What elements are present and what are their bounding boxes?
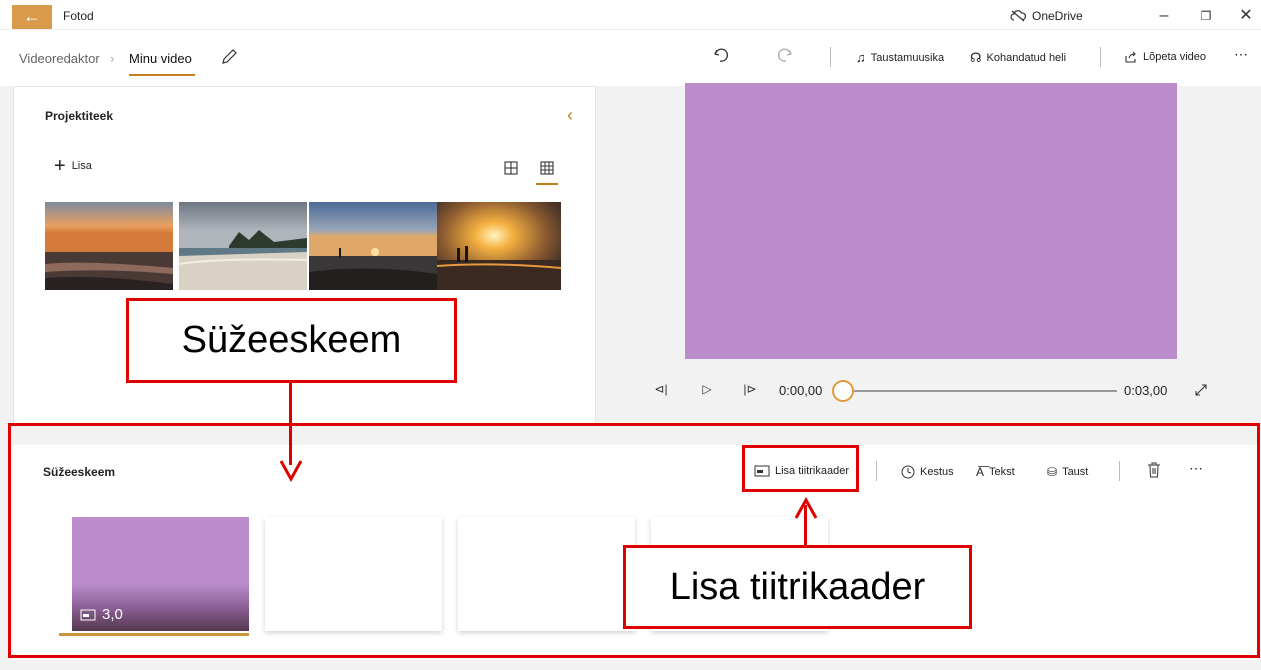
cloudy-beach-image <box>179 202 307 290</box>
close-icon: ✕ <box>1239 7 1253 24</box>
toolbar-divider <box>830 47 831 67</box>
previous-frame-icon: ⊲| <box>654 382 668 396</box>
onedrive-label: OneDrive <box>1032 9 1083 23</box>
next-frame-button[interactable]: |⊳ <box>740 382 760 398</box>
breadcrumb-separator-icon: › <box>110 51 115 66</box>
music-note-icon: ♫ <box>856 50 866 65</box>
play-icon: ▷ <box>702 382 712 396</box>
custom-audio-label: Kohandatud heli <box>986 52 1067 64</box>
background-music-label: Taustamuusika <box>870 51 945 64</box>
more-icon: ⋯ <box>1234 46 1248 62</box>
undo-icon[interactable] <box>712 46 730 64</box>
end-time: 0:03,00 <box>1124 383 1168 398</box>
fullscreen-icon[interactable] <box>1193 382 1209 398</box>
plus-icon: + <box>54 155 66 177</box>
title-card-highlight-frame <box>742 445 859 492</box>
seek-knob[interactable] <box>832 380 854 402</box>
breadcrumb-underline <box>129 74 195 76</box>
seek-track[interactable] <box>846 390 1117 392</box>
custom-audio-button[interactable]: ☊ Kohandatud heli <box>970 50 1066 66</box>
title-card-arrow-head-icon <box>794 497 818 519</box>
redo-icon[interactable] <box>776 46 794 64</box>
finish-video-button[interactable]: Lõpeta video <box>1124 50 1206 64</box>
storyboard-arrow-head-icon <box>279 460 303 482</box>
back-button[interactable]: ← <box>12 5 52 29</box>
finish-video-label: Lõpeta video <box>1143 51 1206 63</box>
large-grid-icon[interactable] <box>502 159 520 177</box>
sunset-sea-image <box>45 202 173 290</box>
minimize-button[interactable]: – <box>1144 4 1184 28</box>
next-frame-icon: |⊳ <box>743 382 757 396</box>
command-bar: Videoredaktor › Minu video ♫ Taustamuusi… <box>0 30 1261 86</box>
cloud-off-icon <box>1010 10 1026 22</box>
close-button[interactable]: ✕ <box>1226 4 1261 28</box>
title-card-callout: Lisa tiitrikaader <box>623 545 972 629</box>
title-bar: ← Fotod OneDrive – ❐ ✕ <box>0 0 1261 30</box>
add-media-button[interactable]: + Lisa <box>54 155 92 177</box>
media-thumbnail[interactable] <box>179 202 307 290</box>
person-audio-icon: ☊ <box>970 50 982 65</box>
storyboard-arrow-line <box>289 383 292 465</box>
back-arrow-icon: ← <box>23 6 41 26</box>
app-title: Fotod <box>63 9 94 23</box>
minimize-icon: – <box>1159 7 1169 24</box>
add-media-label: Lisa <box>71 160 92 172</box>
background-music-button[interactable]: ♫ Taustamuusika <box>856 50 944 65</box>
storyboard-callout: Süžeeskeem <box>126 298 457 383</box>
more-options-button[interactable]: ⋯ <box>1234 46 1248 63</box>
play-button[interactable]: ▷ <box>697 382 717 398</box>
beach-dusk-image <box>309 202 437 290</box>
video-preview <box>685 83 1177 359</box>
project-library-title: Projektiteek <box>45 109 114 123</box>
restore-icon: ❐ <box>1200 9 1212 23</box>
current-time: 0:00,00 <box>779 383 823 398</box>
media-thumbnail[interactable] <box>309 202 437 290</box>
breadcrumb-current[interactable]: Minu video <box>129 51 192 66</box>
pencil-icon[interactable] <box>220 48 238 66</box>
previous-frame-button[interactable]: ⊲| <box>651 382 671 398</box>
media-thumbnail[interactable] <box>45 202 173 290</box>
small-grid-icon[interactable] <box>538 159 556 177</box>
collapse-chevron-icon[interactable]: ‹ <box>567 105 573 126</box>
share-icon <box>1125 51 1136 63</box>
sun-over-sea-image <box>437 202 562 290</box>
restore-button[interactable]: ❐ <box>1186 4 1226 28</box>
media-thumbnail[interactable] <box>437 202 565 290</box>
view-toggle-underline <box>536 183 558 185</box>
toolbar-divider <box>1100 47 1101 67</box>
onedrive-button[interactable]: OneDrive <box>1010 9 1083 23</box>
breadcrumb-parent[interactable]: Videoredaktor <box>19 51 100 66</box>
